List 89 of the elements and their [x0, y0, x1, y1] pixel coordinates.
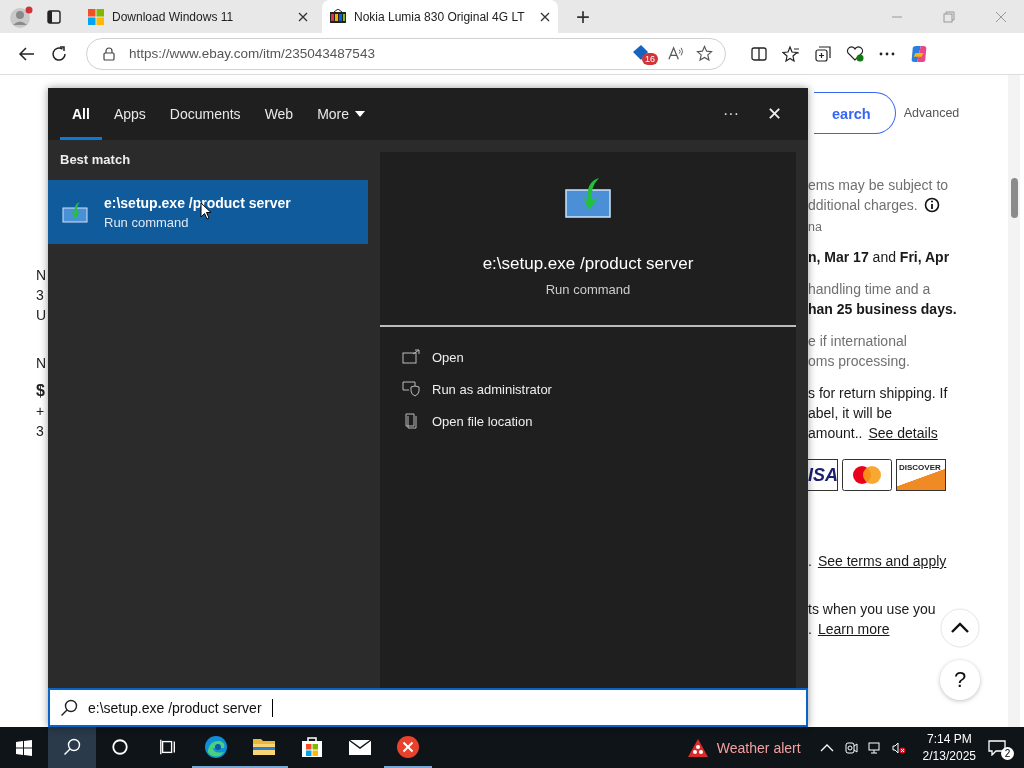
more-options-button[interactable]: ···	[709, 105, 753, 123]
info-icon[interactable]	[923, 197, 940, 213]
search-tab[interactable]: Web	[252, 88, 306, 140]
page-text: amount..	[808, 425, 863, 441]
message-icon	[988, 739, 1006, 756]
page-text: 3	[36, 422, 45, 441]
run-command-icon	[62, 200, 90, 224]
search-icon	[60, 698, 78, 717]
shield-icon	[402, 381, 420, 397]
page-text: n, Mar 17 and Fri, Apr	[808, 249, 950, 265]
section-heading: Best match	[59, 151, 132, 169]
result-title: e:\setup.exe /product server	[482, 254, 694, 274]
store-bag-icon	[300, 734, 324, 759]
error-icon	[396, 734, 420, 759]
scrollbar[interactable]	[1008, 75, 1020, 727]
search-tab[interactable]: Apps	[101, 88, 158, 140]
windows-logo-icon	[88, 8, 104, 25]
search-result[interactable]: e:\setup.exe /product server Run command	[48, 180, 368, 244]
page-link[interactable]: See terms and apply	[817, 553, 947, 569]
search-tab[interactable]: Documents	[157, 88, 253, 140]
read-aloud-icon[interactable]	[667, 45, 684, 62]
page-text: dditional charges.	[808, 197, 918, 213]
close-button[interactable]: ✕	[753, 103, 796, 125]
page-text: handling time and a	[808, 281, 931, 297]
close-tab-icon[interactable]	[540, 11, 550, 22]
heart-pulse-icon[interactable]	[846, 44, 864, 63]
page-text: han 25 business days.	[808, 301, 957, 317]
open-window-icon	[402, 349, 420, 365]
page-text: ts when you use you	[808, 601, 936, 617]
search-tab[interactable]: All	[60, 88, 102, 140]
page-text: .	[808, 621, 812, 637]
colorful-favicon-icon	[330, 8, 346, 25]
run-command-icon	[565, 176, 611, 218]
page-link[interactable]: See details	[868, 425, 938, 441]
circle-icon	[111, 737, 129, 756]
browser-tab[interactable]: Download Windows 11	[80, 0, 316, 33]
page-text: U	[36, 306, 48, 325]
page-text: $	[36, 381, 46, 401]
page-text: ems may be subject to	[808, 177, 949, 193]
clock[interactable]: 7:14 PM 2/13/2025	[922, 730, 976, 765]
lock-icon	[103, 46, 115, 61]
tab-actions-icon[interactable]	[46, 8, 62, 25]
search-field[interactable]: e:\setup.exe /product server	[48, 688, 808, 727]
search-taskbar-button[interactable]	[48, 727, 96, 768]
split-screen-icon[interactable]	[750, 44, 768, 63]
tracker-shield-button[interactable]: 16	[631, 42, 655, 65]
weather-alert-button[interactable]: Weather alert	[686, 737, 801, 758]
favorites-icon[interactable]	[782, 44, 800, 63]
file-icon	[402, 413, 420, 429]
page-text: na	[808, 220, 822, 234]
warning-icon	[686, 737, 709, 758]
discover-card-logo: DISCOVER	[896, 459, 946, 491]
page-text: .	[808, 553, 812, 569]
close-tab-icon[interactable]	[298, 11, 308, 22]
task-view-icon	[159, 737, 177, 756]
reload-icon[interactable]	[50, 44, 68, 63]
page-link[interactable]: Learn more	[817, 621, 890, 637]
search-tab[interactable]: More	[305, 88, 378, 140]
help-button[interactable]: ?	[940, 660, 980, 700]
result-subtitle: Run command	[545, 282, 631, 297]
page-text: s for return shipping. If	[808, 385, 948, 401]
page-text: e if international	[808, 333, 907, 349]
browser-icon	[204, 734, 228, 759]
page-text: +	[36, 402, 46, 421]
new-tab-button[interactable]: +	[564, 4, 602, 29]
mastercard-logo-icon	[842, 459, 892, 491]
notifications-button[interactable]: 2	[988, 735, 1014, 760]
back-icon[interactable]	[18, 44, 36, 63]
assistant-icon[interactable]	[910, 44, 928, 63]
page-text: abel, it will be	[808, 405, 893, 421]
advanced-link[interactable]: Advanced	[903, 106, 960, 120]
browser-tab[interactable]: Nokia Lumia 830 Original 4G LT	[322, 0, 558, 33]
profile-avatar-icon[interactable]	[8, 4, 34, 29]
star-icon[interactable]	[696, 45, 713, 62]
collections-icon[interactable]	[814, 44, 832, 63]
caret-icon	[355, 111, 366, 117]
page-text: oms processing.	[808, 353, 910, 369]
page-text: 3	[36, 286, 45, 305]
action-item[interactable]: Run as administrator	[402, 373, 774, 405]
scroll-to-top-button[interactable]	[940, 608, 980, 648]
camera-icon[interactable]	[843, 740, 858, 755]
action-item[interactable]: Open	[402, 341, 774, 373]
search-icon	[63, 737, 81, 756]
start-button[interactable]	[16, 739, 32, 756]
muted-speaker-icon[interactable]	[891, 740, 906, 755]
page-text: N	[36, 266, 48, 285]
action-item[interactable]: Open file location	[402, 405, 774, 437]
page-text: N	[36, 354, 48, 373]
network-icon[interactable]	[867, 740, 882, 755]
